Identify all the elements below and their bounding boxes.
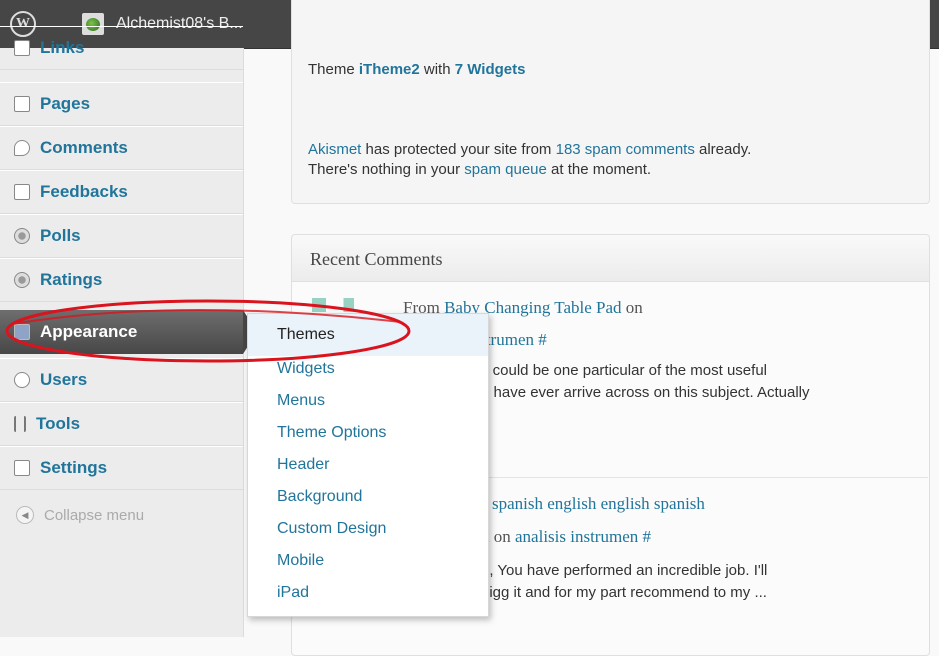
theme-link[interactable]: iTheme2 [359,61,420,78]
menu-item-feedbacks[interactable]: Feedbacks [0,170,243,214]
menu-item-settings[interactable]: Settings [0,446,243,490]
links-icon [14,40,30,56]
queue-end-text: at the moment. [546,161,652,178]
menu-item-label: Users [40,370,88,389]
ratings-icon [14,272,30,288]
comment-2-post-link[interactable]: analisis instrumen # [515,527,651,546]
admin-menu: Links Pages Comments Feedbacks Polls Rat… [0,26,244,637]
menu-item-label: Polls [40,226,81,245]
menu-item-polls[interactable]: Polls [0,214,243,258]
submenu-custom-design[interactable]: Custom Design [277,520,386,538]
submenu-theme-options[interactable]: Theme Options [277,424,386,442]
spam-queue-link[interactable]: spam queue [464,161,547,178]
akismet-mid-text: has protected your site from [361,141,556,158]
settings-icon [14,460,30,476]
collapse-menu-button[interactable]: ◀ Collapse menu [16,506,144,524]
widgets-link[interactable]: 7 Widgets [455,61,526,78]
menu-item-appearance[interactable]: Appearance [0,310,243,354]
comment-2-excerpt-line-1: e, You have performed an incredible job.… [481,562,768,579]
comments-icon [14,140,30,156]
comment-2-excerpt-line-2: digg it and for my part recommend to my … [481,584,767,601]
menu-item-label: Links [40,38,85,57]
menu-item-label: Settings [40,458,108,477]
comment-1-excerpt-line-2: e have ever arrive across on this subjec… [481,384,810,401]
appearance-icon [14,324,30,340]
menu-item-tools[interactable]: Tools [0,402,243,446]
menu-item-label: Ratings [40,270,103,289]
menu-item-pages[interactable]: Pages [0,82,243,126]
recent-comments-title: Recent Comments [310,249,443,269]
users-icon [14,372,30,388]
tools-icon [14,416,26,432]
menu-item-label: Appearance [40,322,138,341]
feedbacks-icon [14,184,30,200]
comment-1-suffix: on [621,298,643,317]
menu-item-ratings[interactable]: Ratings [0,258,243,302]
comment-2-header: arn spanish english english spanish [466,494,705,514]
menu-item-label: Pages [40,94,91,113]
polls-icon [14,228,30,244]
akismet-info: Akismet has protected your site from 183… [308,140,918,180]
pages-icon [14,96,30,112]
comment-2-post: d on analisis instrumen # [481,527,651,547]
menu-item-comments[interactable]: Comments [0,126,243,170]
theme-info: Theme iTheme2 with 7 Widgets [308,60,525,80]
akismet-end-text: already. [694,141,752,158]
menu-item-label: Tools [36,414,81,433]
collapse-arrow-icon: ◀ [16,506,34,524]
spam-comments-link[interactable]: 183 spam comments [556,141,695,158]
queue-prefix-text: There's nothing in your [308,161,465,178]
right-now-widget: Theme iTheme2 with 7 Widgets Akismet has… [291,0,930,204]
menu-item-label: Comments [40,138,128,157]
submenu-menus[interactable]: Menus [277,392,325,410]
theme-prefix-text: Theme [308,61,359,78]
collapse-menu-label: Collapse menu [44,506,145,524]
submenu-header[interactable]: Header [277,456,329,474]
submenu-ipad[interactable]: iPad [277,584,309,602]
submenu-themes[interactable]: Themes [277,326,335,344]
appearance-submenu: Themes Widgets Menus Theme Options Heade… [247,313,489,617]
comment-avatar [312,298,382,312]
menu-item-links[interactable]: Links [0,26,243,70]
submenu-background[interactable]: Background [277,488,362,506]
menu-item-label: Feedbacks [40,182,128,201]
comment-2-author-link[interactable]: arn spanish english english spanish [466,494,705,513]
theme-mid-text: with [419,61,455,78]
submenu-widgets[interactable]: Widgets [277,360,335,378]
akismet-link[interactable]: Akismet [308,141,361,158]
comment-2-mid: on [489,527,515,546]
comment-1-excerpt-line-1: s could be one particular of the most us… [481,362,767,379]
recent-comments-header[interactable]: Recent Comments [292,235,929,282]
menu-item-users[interactable]: Users [0,358,243,402]
submenu-mobile[interactable]: Mobile [277,552,324,570]
